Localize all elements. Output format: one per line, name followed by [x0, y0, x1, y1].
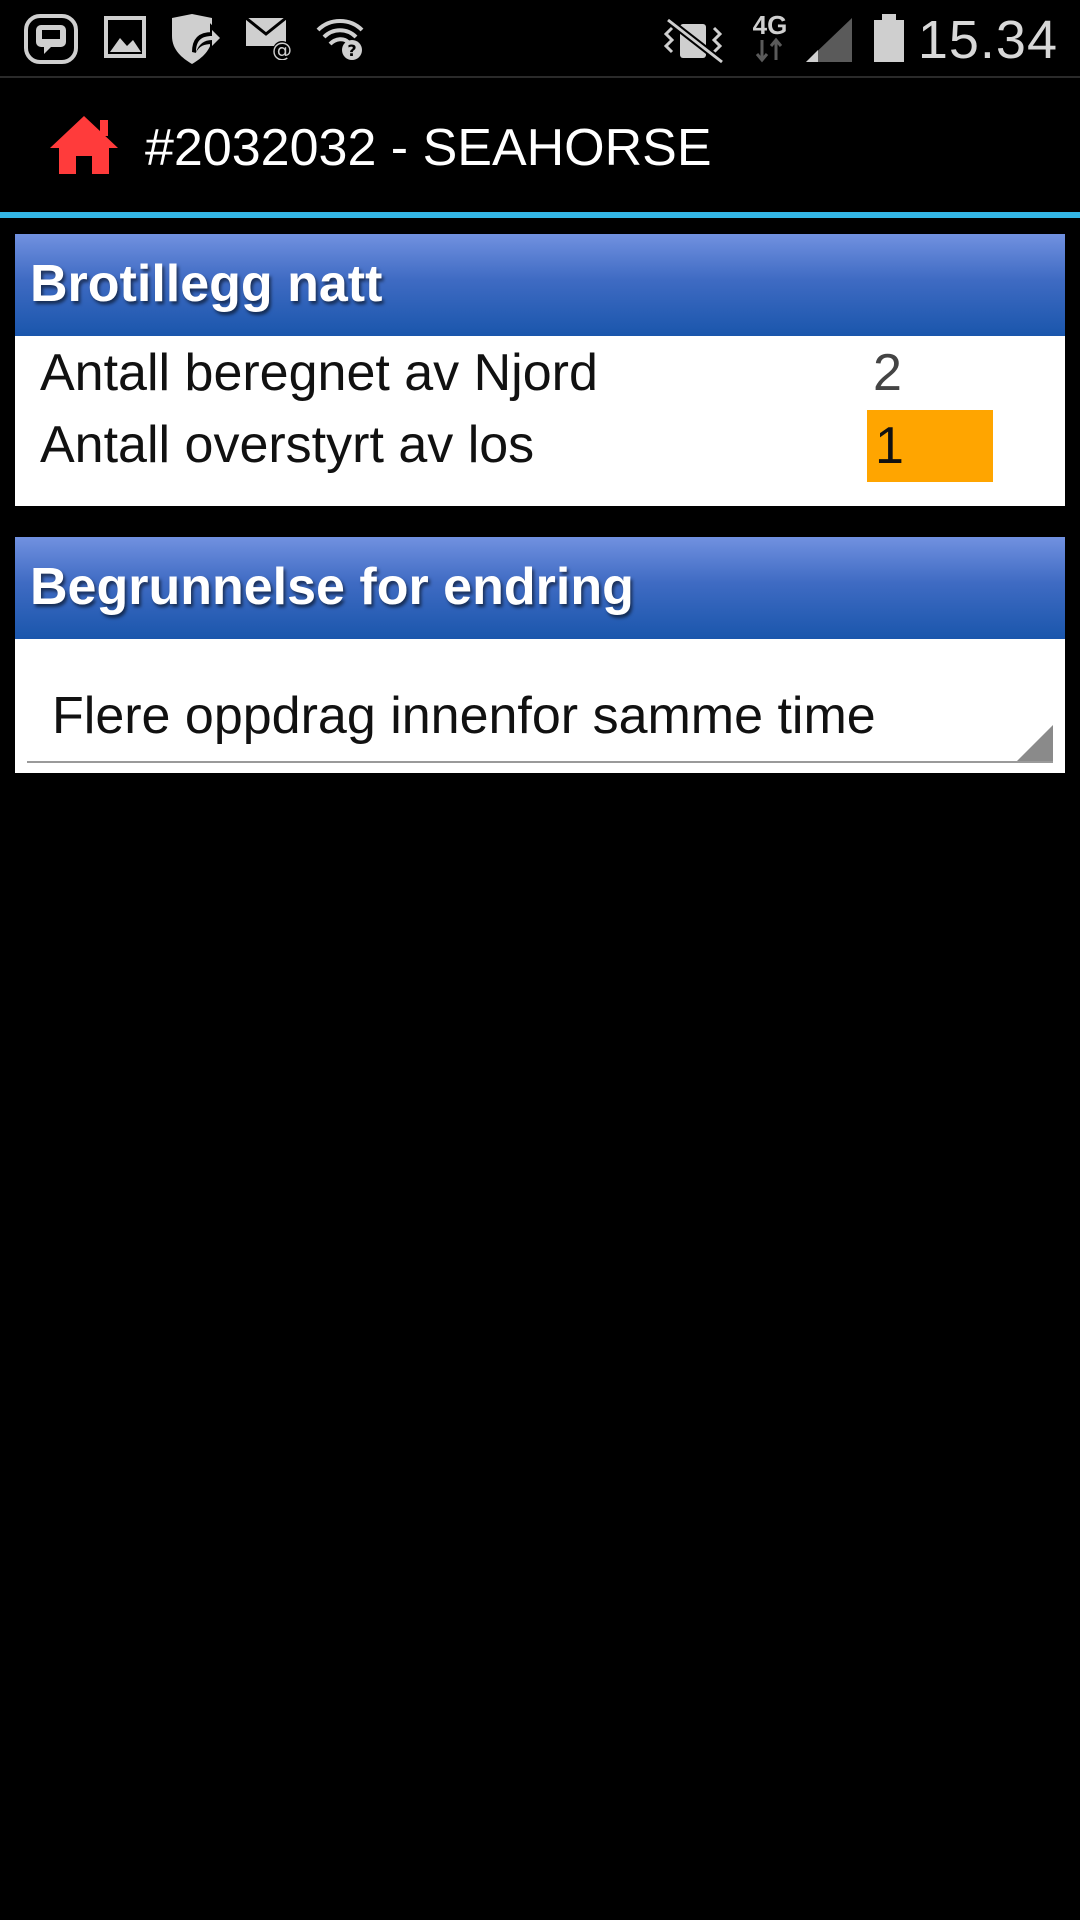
vpn-shield-icon [168, 12, 225, 71]
night-allowance-header: Brotillegg natt [15, 234, 1065, 336]
override-count-label: Antall overstyrt av los [40, 416, 535, 474]
clock: 15.34 [917, 10, 1058, 70]
vibrate-mute-icon [658, 16, 730, 69]
messenger-icon [24, 14, 80, 69]
night-allowance-panel: Brotillegg natt Antall beregnet av Njord… [15, 234, 1065, 506]
action-bar: #2032032 - SEAHORSE [0, 78, 1080, 212]
gallery-icon [104, 16, 148, 65]
calculated-count-label: Antall beregnet av Njord [40, 344, 598, 402]
home-icon[interactable] [48, 114, 120, 183]
change-reason-dropdown[interactable]: Flere oppdrag innenfor samme time [27, 657, 1053, 763]
page-title: #2032032 - SEAHORSE [145, 119, 712, 177]
network-4g-label: 4G [753, 10, 788, 40]
svg-text:?: ? [347, 41, 356, 60]
network-4g-icon: 4G [748, 10, 792, 71]
override-count-input[interactable]: 1 [867, 410, 993, 482]
night-allowance-title: Brotillegg natt [30, 255, 383, 313]
email-icon: @ [244, 16, 296, 65]
action-bar-divider [0, 212, 1080, 218]
dropdown-arrow-icon [1017, 725, 1053, 761]
change-reason-selected: Flere oppdrag innenfor samme time [52, 687, 876, 745]
battery-icon [872, 12, 906, 69]
calculated-count-row: Antall beregnet av Njord 2 [15, 336, 1065, 408]
calculated-count-value: 2 [873, 344, 902, 402]
status-bar: @ ? 4G 15.34 [0, 0, 1080, 78]
signal-icon [804, 16, 854, 69]
change-reason-panel: Begrunnelse for endring Flere oppdrag in… [15, 537, 1065, 773]
override-count-row: Antall overstyrt av los 1 [15, 408, 1065, 482]
svg-text:@: @ [272, 38, 292, 60]
change-reason-title: Begrunnelse for endring [30, 558, 634, 616]
wifi-unknown-icon: ? [316, 14, 366, 67]
change-reason-header: Begrunnelse for endring [15, 537, 1065, 639]
